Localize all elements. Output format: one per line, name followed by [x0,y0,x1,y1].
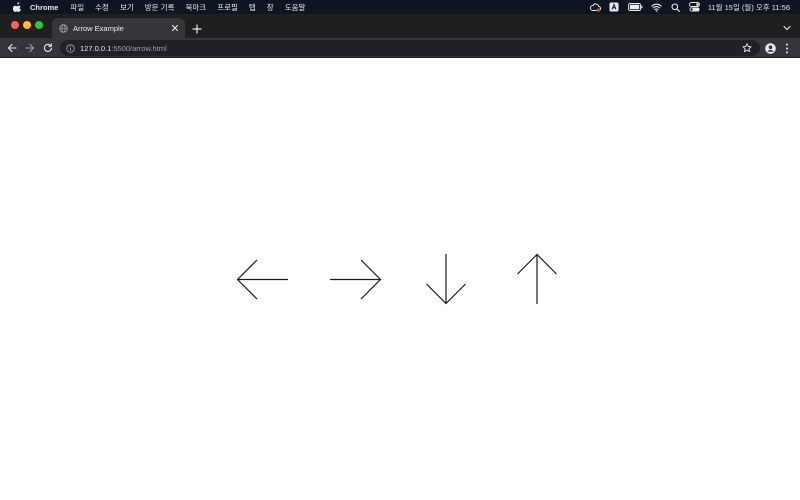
left-arrow-icon [236,259,289,300]
control-center-icon[interactable] [688,2,700,13]
down-arrow-icon [425,253,467,305]
tab-search-chevron-icon[interactable] [782,23,792,33]
menu-view[interactable]: 보기 [120,2,134,13]
menu-bar-status-area: 11월 15일 (월) 오후 11:56 [589,0,790,14]
apple-menu-icon[interactable] [10,2,24,12]
window-close-button[interactable] [11,21,19,29]
globe-icon [59,23,68,33]
menu-bar-clock[interactable]: 11월 15일 (월) 오후 11:56 [708,2,790,13]
menu-window[interactable]: 창 [267,2,274,13]
menu-history[interactable]: 방문 기록 [145,2,175,13]
spotlight-icon[interactable] [670,2,681,13]
active-tab[interactable]: Arrow Example [52,18,185,38]
tab-close-icon[interactable] [170,23,180,33]
reload-icon[interactable] [42,42,54,54]
bookmark-star-icon[interactable] [742,43,752,53]
page-content [0,58,800,500]
macos-menu-bar: Chrome 파일 수정 보기 방문 기록 북마크 프로필 탭 창 도움말 11… [0,0,800,14]
menu-app-name[interactable]: Chrome [30,3,58,12]
browser-toolbar: 127.0.0.1:5500/arrow.html [0,38,800,58]
menu-profiles[interactable]: 프로필 [217,2,238,13]
address-url[interactable]: 127.0.0.1:5500/arrow.html [80,44,167,53]
tab-title: Arrow Example [73,23,124,33]
site-info-icon[interactable] [66,43,75,53]
menu-help[interactable]: 도움말 [285,2,306,13]
profile-avatar-icon[interactable] [764,42,776,54]
battery-icon[interactable] [627,2,643,13]
creative-cloud-icon[interactable] [589,2,601,13]
menu-bookmarks[interactable]: 북마크 [185,2,206,13]
browser-tab-strip: Arrow Example [0,14,800,38]
input-source-icon[interactable] [609,2,620,13]
menu-file[interactable]: 파일 [70,2,84,13]
url-host: 127.0.0.1 [80,43,112,53]
menu-tab[interactable]: 탭 [249,2,256,13]
menu-edit[interactable]: 수정 [95,2,109,13]
forward-arrow-icon[interactable] [24,42,36,54]
right-arrow-icon [329,259,382,300]
up-arrow-icon [516,253,558,305]
window-minimize-button[interactable] [23,21,31,29]
wifi-icon[interactable] [651,2,662,13]
url-path: :5500/arrow.html [111,43,167,53]
browser-menu-kebab-icon[interactable] [782,42,792,54]
back-arrow-icon[interactable] [6,42,18,54]
address-bar[interactable]: 127.0.0.1:5500/arrow.html [60,40,760,56]
new-tab-plus-icon[interactable] [190,22,203,35]
window-zoom-button[interactable] [35,21,43,29]
